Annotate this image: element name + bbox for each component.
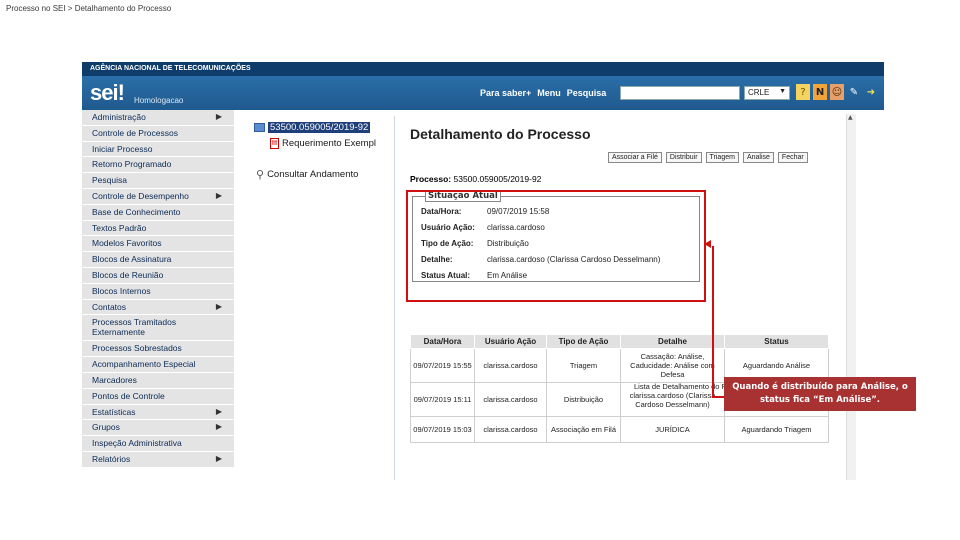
tree-process-number[interactable]: 53500.059005/2019-92 (268, 122, 371, 133)
triagem-button[interactable]: Triagem (705, 152, 739, 163)
menu-item-estatisticas[interactable]: Estatísticas ▶ (82, 404, 234, 421)
associar-fila-button[interactable]: Associar a Filé (608, 152, 662, 163)
chevron-right-icon: ▶ (215, 406, 222, 416)
slide-caption: Processo no SEI > Detalhamento do Proces… (6, 4, 172, 13)
menu-item-inspecao-administrativa[interactable]: Inspeção Administrativa (82, 436, 234, 452)
cell-status: Aguardando Triagem (724, 416, 829, 443)
tree-consult-row[interactable]: ⚲ Consultar Andamento (256, 168, 358, 181)
magnifier-icon: ⚲ (256, 169, 265, 181)
callout-note: Quando é distribuído para Análise, o sta… (724, 377, 916, 411)
user-icon[interactable]: ☺ (830, 84, 844, 100)
menu-item-modelos-favoritos[interactable]: Modelos Favoritos (82, 236, 234, 253)
main-menu: Administração ▶ Controle de Processos Ini… (82, 110, 234, 468)
chevron-right-icon: ▶ (215, 190, 222, 200)
cell-datahora: 09/07/2019 15:55 (410, 348, 475, 383)
help-icon[interactable]: ? (796, 84, 810, 100)
menu-item-relatorios[interactable]: Relatórios ▶ (82, 451, 234, 468)
chevron-down-icon: ▼ (779, 88, 786, 95)
menu-item-marcadores[interactable]: Marcadores (82, 372, 234, 389)
search-input[interactable] (620, 86, 740, 100)
col-usuario: Usuário Ação (474, 334, 547, 349)
nav-para-saber[interactable]: Para saber+ (480, 88, 531, 98)
table-header-row: Data/Hora Usuário Ação Tipo de Ação Deta… (410, 334, 829, 349)
notes-icon[interactable]: N (813, 84, 827, 100)
header-nav: Para saber+ Menu Pesquisa (480, 88, 606, 98)
tools-icon[interactable]: ✎ (847, 84, 861, 100)
col-detalhe: Detalhe (620, 334, 725, 349)
app-header: sei! Homologacao Para saber+ Menu Pesqui… (82, 76, 884, 110)
callout-arrowhead (704, 240, 711, 248)
menu-item-blocos-assinatura[interactable]: Blocos de Assinatura (82, 252, 234, 268)
menu-item-controle-desempenho[interactable]: Controle de Desempenho ▶ (82, 188, 234, 205)
cell-tipo: Distribuição (546, 382, 621, 417)
process-line: Processo: 53500.059005/2019-92 (410, 174, 541, 184)
cell-datahora: 09/07/2019 15:11 (410, 382, 475, 417)
menu-item-retorno-programado[interactable]: Retorno Programado (82, 157, 234, 174)
page-title: Detalhamento do Processo (410, 126, 591, 142)
cell-usuario: clarissa.cardoso (474, 382, 547, 417)
callout-connector-vertical (712, 246, 714, 398)
unit-selected-value: CRLE (748, 88, 770, 97)
cell-tipo: Associação em Filá (546, 416, 621, 443)
content-scrollbar[interactable]: ▲ (846, 114, 856, 480)
environment-label: Homologacao (134, 96, 184, 105)
distribuir-button[interactable]: Distribuir (665, 152, 702, 163)
col-datahora: Data/Hora (410, 334, 475, 349)
col-status: Status (724, 334, 829, 349)
sei-logo[interactable]: sei! (90, 80, 125, 106)
menu-item-contatos[interactable]: Contatos ▶ (82, 299, 234, 316)
header-icons: ? N ☺ ✎ ➜ (796, 84, 878, 100)
menu-item-controle-processos[interactable]: Controle de Processos (82, 125, 234, 142)
fechar-button[interactable]: Fechar (777, 152, 808, 163)
action-bar: Associar a Filé Distribuir Triagem Anali… (608, 152, 808, 163)
cell-datahora: 09/07/2019 15:03 (410, 416, 475, 443)
folder-icon (254, 123, 265, 132)
table-row: 09/07/2019 15:03 clarissa.cardoso Associ… (410, 416, 829, 443)
scroll-up-arrow[interactable]: ▲ (848, 114, 853, 121)
menu-item-textos-padrao[interactable]: Textos Padrão (82, 220, 234, 237)
exit-icon[interactable]: ➜ (864, 84, 878, 100)
menu-item-iniciar-processo[interactable]: Iniciar Processo (82, 141, 234, 158)
process-label: Processo: (410, 174, 452, 184)
col-tipo: Tipo de Ação (546, 334, 621, 349)
tree-consult-link[interactable]: Consultar Andamento (267, 169, 358, 180)
status-highlight-box (406, 190, 706, 302)
pdf-document-icon: ▤ (270, 138, 279, 149)
nav-menu[interactable]: Menu (537, 88, 561, 98)
cell-usuario: clarissa.cardoso (474, 348, 547, 383)
tree-divider (394, 116, 395, 480)
tree-document-row[interactable]: ▤ Requerimento Exempl (270, 138, 376, 149)
menu-item-blocos-internos[interactable]: Blocos Internos (82, 283, 234, 300)
menu-item-base-conhecimento[interactable]: Base de Conhecimento (82, 204, 234, 221)
menu-item-processos-tramitados[interactable]: Processos Tramitados Externamente (82, 315, 234, 342)
menu-item-pesquisa[interactable]: Pesquisa (82, 173, 234, 189)
analise-button[interactable]: Analise (742, 152, 774, 163)
cell-detalhe: Cassação: Análise, Caducidade: Análise c… (620, 348, 725, 383)
chevron-right-icon: ▶ (215, 453, 222, 463)
cell-tipo: Triagem (546, 348, 621, 383)
cell-usuario: clarissa.cardoso (474, 416, 547, 443)
process-value: 53500.059005/2019-92 (453, 174, 542, 184)
menu-item-acompanhamento-especial[interactable]: Acompanhamento Especial (82, 357, 234, 373)
cell-detalhe: clarissa.cardoso (Clarissa Cardoso Desse… (620, 382, 725, 417)
menu-item-blocos-reuniao[interactable]: Blocos de Reunião (82, 267, 234, 284)
cell-detalhe: JURÍDICA (620, 416, 725, 443)
tree-process-row[interactable]: 53500.059005/2019-92 (254, 122, 371, 133)
menu-item-processos-sobrestados[interactable]: Processos Sobrestados (82, 341, 234, 358)
menu-item-pontos-controle[interactable]: Pontos de Controle (82, 388, 234, 405)
nav-pesquisa[interactable]: Pesquisa (567, 88, 607, 98)
agency-bar: AGÊNCIA NACIONAL DE TELECOMUNICAÇÕES (82, 62, 884, 76)
menu-item-administracao[interactable]: Administração ▶ (82, 110, 234, 126)
chevron-right-icon: ▶ (215, 112, 222, 121)
menu-item-grupos[interactable]: Grupos ▶ (82, 420, 234, 437)
unit-select[interactable]: CRLE ▼ (744, 86, 790, 100)
tree-document-link[interactable]: Requerimento Exempl (282, 138, 376, 149)
chevron-right-icon: ▶ (215, 301, 222, 311)
chevron-right-icon: ▶ (215, 422, 222, 432)
